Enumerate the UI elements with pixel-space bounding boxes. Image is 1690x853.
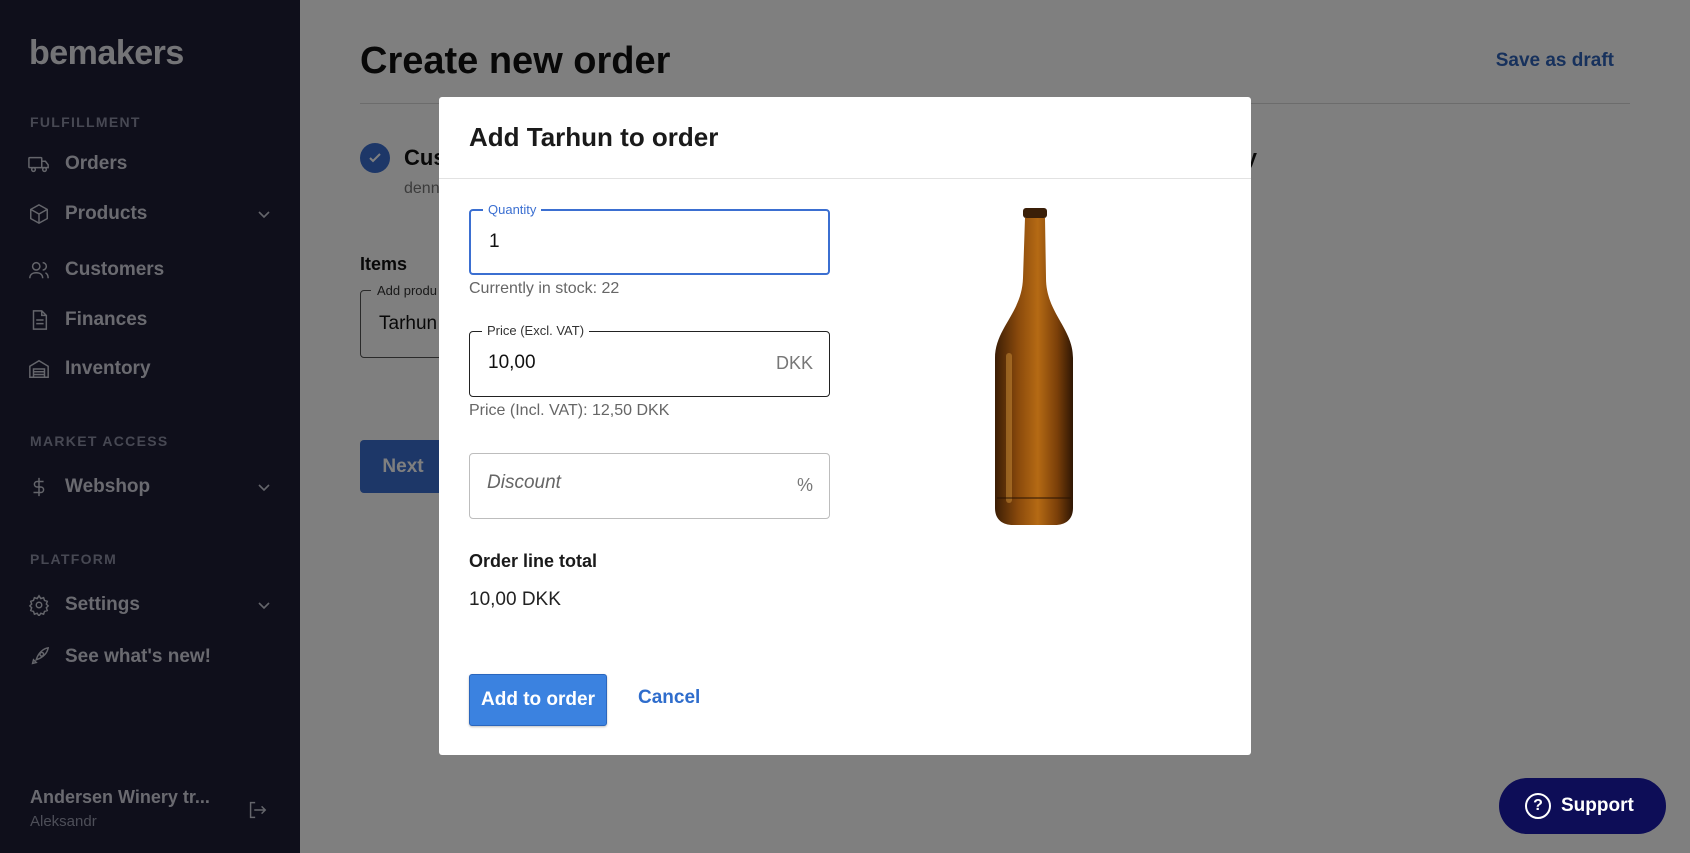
currency-suffix: DKK (775, 353, 813, 373)
order-line-total-label: Order line total (469, 551, 598, 571)
add-to-order-button[interactable]: Add to order (469, 674, 607, 726)
percent-suffix: % (796, 475, 813, 495)
price-incl-vat-helper: Price (Incl. VAT): 12,50 DKK (469, 402, 670, 419)
help-icon: ? (1525, 793, 1551, 819)
discount-field[interactable]: % (469, 453, 830, 519)
price-value: 10,00 (488, 352, 536, 373)
stock-helper: Currently in stock: 22 (469, 280, 620, 297)
product-image (991, 208, 1077, 526)
cancel-button[interactable]: Cancel (638, 687, 700, 709)
divider (439, 178, 1251, 179)
discount-input[interactable] (487, 472, 777, 494)
order-line-total-value: 10,00 DKK (469, 589, 561, 610)
price-field[interactable]: Price (Excl. VAT) 10,00 DKK (469, 323, 830, 397)
quantity-label: Quantity (483, 202, 542, 217)
quantity-value: 1 (489, 231, 500, 252)
add-product-modal: Add Tarhun to order Quantity 1 Currently… (439, 97, 1251, 755)
price-label: Price (Excl. VAT) (482, 323, 590, 338)
quantity-field[interactable]: Quantity 1 (469, 202, 830, 275)
modal-title: Add Tarhun to order (469, 122, 719, 152)
support-button[interactable]: ? Support (1499, 778, 1666, 834)
support-label: Support (1561, 795, 1634, 816)
